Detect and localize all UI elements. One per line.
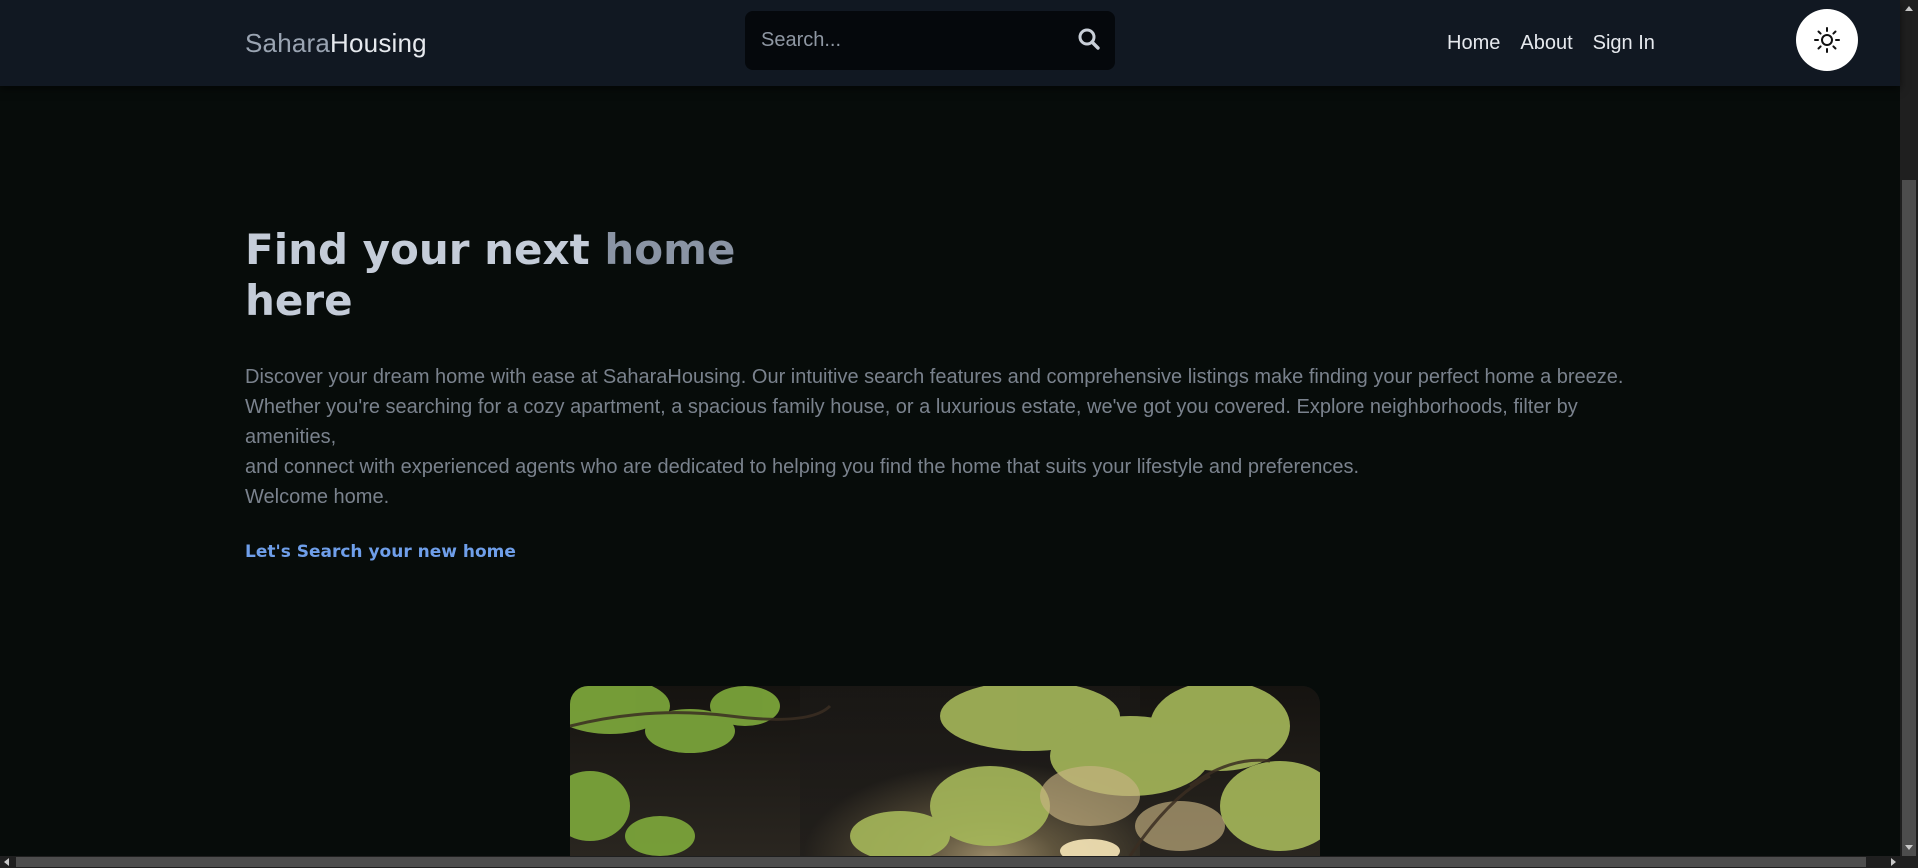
hero-description-line: Whether you're searching for a cozy apar… (245, 396, 1578, 448)
vertical-scrollbar[interactable] (1900, 0, 1918, 856)
logo-text-sahara: Sahara (245, 28, 331, 58)
theme-toggle-button[interactable] (1796, 9, 1858, 71)
hero-description: Discover your dream home with ease at Sa… (245, 362, 1655, 512)
scroll-left-arrow-icon[interactable] (4, 858, 9, 866)
nav-home-link[interactable]: Home (1447, 30, 1500, 56)
page: SaharaHousing Home About Sign In (0, 0, 1918, 868)
scroll-up-arrow-icon[interactable] (1905, 6, 1913, 11)
top-navbar: SaharaHousing Home About Sign In (0, 0, 1900, 86)
logo-text-housing: Housing (330, 28, 427, 58)
vertical-scrollbar-thumb[interactable] (1902, 180, 1916, 856)
nav-about-link[interactable]: About (1520, 30, 1572, 56)
nav-sign-in-link[interactable]: Sign In (1593, 30, 1655, 56)
scrollbar-corner (1900, 856, 1918, 868)
search-new-home-link[interactable]: Let's Search your new home (245, 542, 516, 562)
main-nav: Home About Sign In (1447, 30, 1655, 56)
site-logo[interactable]: SaharaHousing (245, 28, 427, 58)
sun-icon (1814, 27, 1840, 53)
hero-title: Find your next home here (245, 224, 765, 326)
horizontal-scrollbar-thumb[interactable] (16, 857, 1866, 867)
hero-description-line: and connect with experienced agents who … (245, 456, 1360, 478)
hero-title-accent: home (604, 225, 736, 274)
hero-title-prefix: Find your next (245, 225, 605, 274)
search-input[interactable] (745, 11, 1055, 70)
horizontal-scrollbar[interactable] (0, 856, 1900, 868)
scroll-right-arrow-icon[interactable] (1891, 858, 1896, 866)
hero-house-image (570, 686, 1320, 856)
scroll-down-arrow-icon[interactable] (1905, 845, 1913, 850)
search-form (745, 11, 1115, 70)
hero-title-suffix: here (245, 276, 353, 325)
search-icon[interactable] (1075, 25, 1105, 55)
hero-description-line: Discover your dream home with ease at Sa… (245, 366, 1624, 388)
hero-description-line: Welcome home. (245, 486, 390, 508)
hero-section: Find your next home here Discover your dr… (245, 224, 1665, 562)
